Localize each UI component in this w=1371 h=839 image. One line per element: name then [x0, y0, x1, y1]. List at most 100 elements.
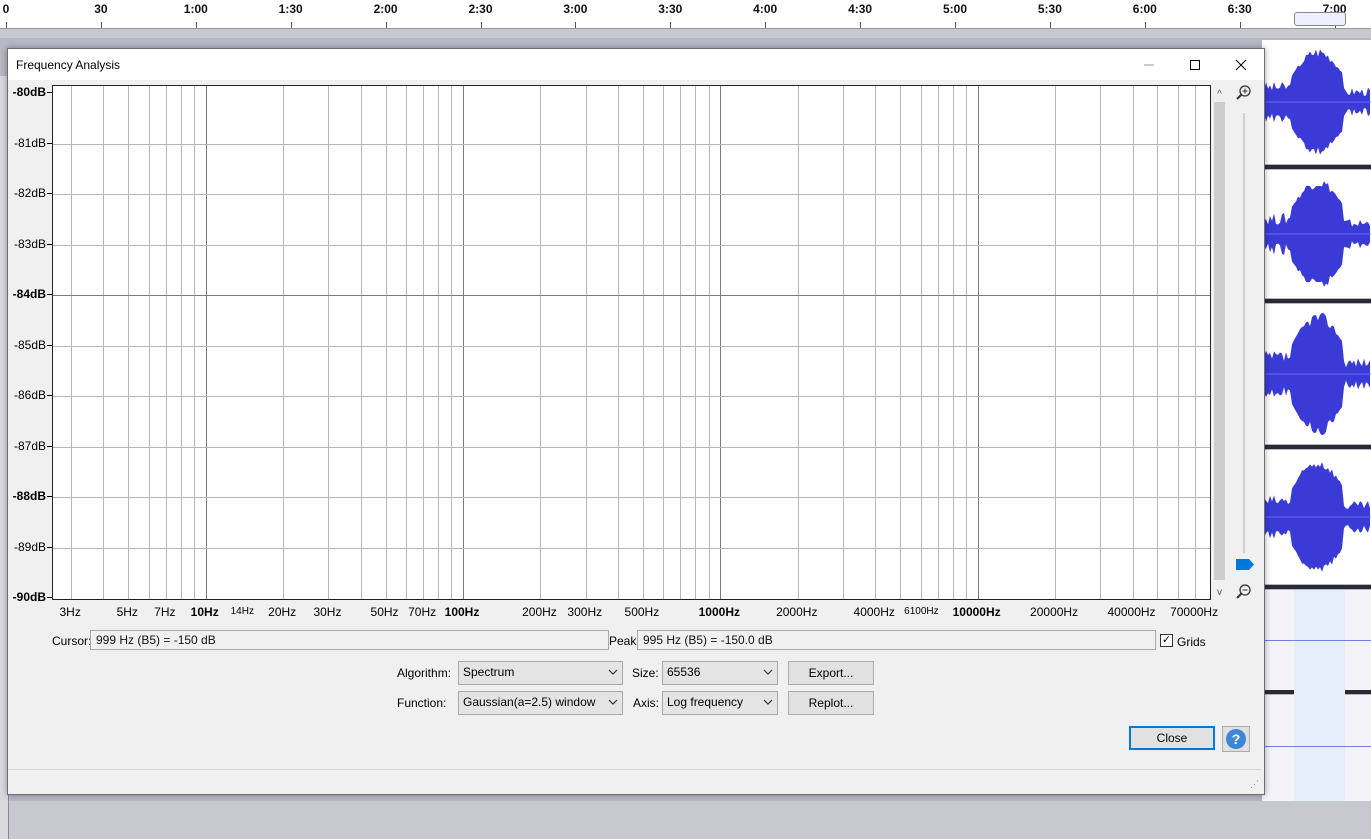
x-gridline	[797, 86, 799, 599]
chevron-down-icon	[608, 669, 618, 675]
close-icon	[1235, 59, 1247, 70]
y-tick-label: -90dB	[12, 590, 46, 604]
help-glyph: ?	[1232, 731, 1241, 747]
audio-track[interactable]	[1262, 450, 1371, 584]
y-tick-label: -88dB	[12, 489, 46, 503]
x-gridline	[328, 86, 330, 599]
close-button[interactable]: Close	[1129, 726, 1215, 750]
y-gridline	[53, 143, 1210, 145]
algorithm-select[interactable]: Spectrum	[458, 661, 623, 685]
x-tick-label: 10Hz	[190, 605, 219, 619]
audio-track[interactable]	[1262, 40, 1371, 164]
replot-button[interactable]: Replot...	[788, 691, 874, 715]
y-tick-label: -81dB	[13, 135, 46, 150]
size-select[interactable]: 65536	[662, 661, 778, 685]
x-gridline	[451, 86, 453, 599]
x-gridline	[617, 86, 619, 599]
grids-checkbox[interactable]: ✓	[1160, 634, 1173, 647]
cursor-label: Cursor:	[52, 634, 92, 648]
timeline-tick	[100, 22, 102, 28]
scroll-up-icon[interactable]: ^	[1213, 88, 1226, 101]
timeline-tick-label: 5:00	[942, 2, 968, 16]
x-gridline	[1100, 86, 1102, 599]
zoom-slider-track[interactable]	[1243, 113, 1245, 553]
algorithm-label: Algorithm:	[397, 666, 452, 680]
grids-label: Grids	[1177, 635, 1206, 649]
zoom-in-icon[interactable]	[1236, 85, 1252, 101]
x-gridline	[875, 86, 877, 599]
waveform	[1262, 462, 1371, 572]
resize-grip-icon[interactable]: ⋰	[1250, 779, 1259, 790]
function-value: Gaussian(a=2.5) window	[463, 695, 596, 709]
x-gridline	[977, 86, 979, 599]
axis-select[interactable]: Log frequency	[662, 691, 778, 715]
scrollbar-thumb[interactable]	[1214, 102, 1225, 580]
x-gridline	[71, 86, 73, 599]
x-gridline	[438, 86, 440, 599]
track-separator	[1262, 585, 1371, 589]
y-gridline	[53, 345, 1210, 347]
x-gridline	[1177, 86, 1179, 599]
y-tick-label: -82dB	[13, 186, 46, 200]
timeline-tick	[765, 22, 767, 28]
cursor-readout: 999 Hz (B5) = -150 dB	[90, 630, 609, 650]
y-gridline	[53, 295, 1210, 296]
timeline-tick-label: 6:00	[1132, 2, 1157, 16]
window-close-button[interactable]	[1218, 49, 1264, 80]
x-gridline	[165, 86, 167, 599]
x-tick-label: 1000Hz	[698, 605, 740, 619]
help-button[interactable]: ?	[1222, 726, 1250, 752]
x-gridline	[642, 86, 644, 599]
dialog-title: Frequency Analysis	[16, 58, 121, 72]
timeline-ruler[interactable]: 0 30 1:00 1:30 2:00 2:30 3:00 3:30 4:00 4:30 5:00 5…	[0, 0, 1371, 29]
x-tick-label: 70000Hz	[1170, 605, 1219, 619]
x-gridline	[193, 86, 195, 599]
audio-track[interactable]	[1262, 304, 1371, 444]
x-gridline	[360, 86, 362, 599]
track-separator	[1262, 445, 1371, 449]
x-tick-label: 20000Hz	[1030, 605, 1079, 619]
y-gridline	[53, 396, 1210, 397]
x-gridline	[585, 86, 587, 599]
y-tick-label: -89dB	[13, 539, 46, 554]
timeline-tick-label: 5:30	[1037, 2, 1062, 16]
x-gridline	[1210, 86, 1211, 599]
x-gridline	[180, 86, 182, 599]
x-gridline	[843, 86, 845, 599]
x-tick-label: 2000Hz	[776, 605, 818, 619]
zoom-slider-thumb[interactable]	[1236, 559, 1254, 570]
x-gridline	[128, 86, 130, 599]
y-gridline	[53, 244, 1210, 246]
timeline-tick-label: 0	[2, 2, 10, 16]
x-tick-label: 100Hz	[444, 605, 480, 619]
waveform	[1262, 312, 1371, 436]
spectrum-plot[interactable]	[52, 85, 1211, 600]
chevron-down-icon	[763, 699, 773, 705]
x-tick-label: 6100Hz	[904, 606, 939, 617]
minimize-button[interactable]	[1126, 49, 1172, 80]
track-separator	[1262, 299, 1371, 303]
playhead-handle[interactable]	[1294, 12, 1346, 26]
maximize-button[interactable]	[1172, 49, 1218, 80]
y-gridline	[53, 497, 1210, 498]
x-tick-label: 300Hz	[567, 605, 603, 619]
algorithm-value: Spectrum	[463, 665, 515, 679]
timeline-tick-label: 1:00	[183, 2, 208, 16]
audio-track[interactable]	[1262, 170, 1371, 298]
x-gridline	[385, 86, 387, 599]
function-select[interactable]: Gaussian(a=2.5) window	[458, 691, 623, 715]
export-button[interactable]: Export...	[788, 661, 874, 685]
timeline-tick-label: 3:30	[658, 2, 683, 16]
time-selection[interactable]	[1294, 590, 1345, 801]
x-tick-label: 10000Hz	[952, 605, 1001, 619]
x-gridline	[148, 86, 150, 599]
zoom-out-icon[interactable]	[1236, 584, 1252, 600]
scroll-down-icon[interactable]: v	[1213, 586, 1226, 599]
status-bar	[8, 769, 1262, 770]
axis-value: Log frequency	[667, 695, 744, 709]
peak-label: Peak:	[609, 634, 640, 648]
axis-label: Axis:	[633, 696, 660, 710]
dialog-titlebar[interactable]: Frequency Analysis	[8, 49, 1264, 80]
waveform	[1262, 49, 1371, 155]
chevron-down-icon	[763, 669, 773, 675]
